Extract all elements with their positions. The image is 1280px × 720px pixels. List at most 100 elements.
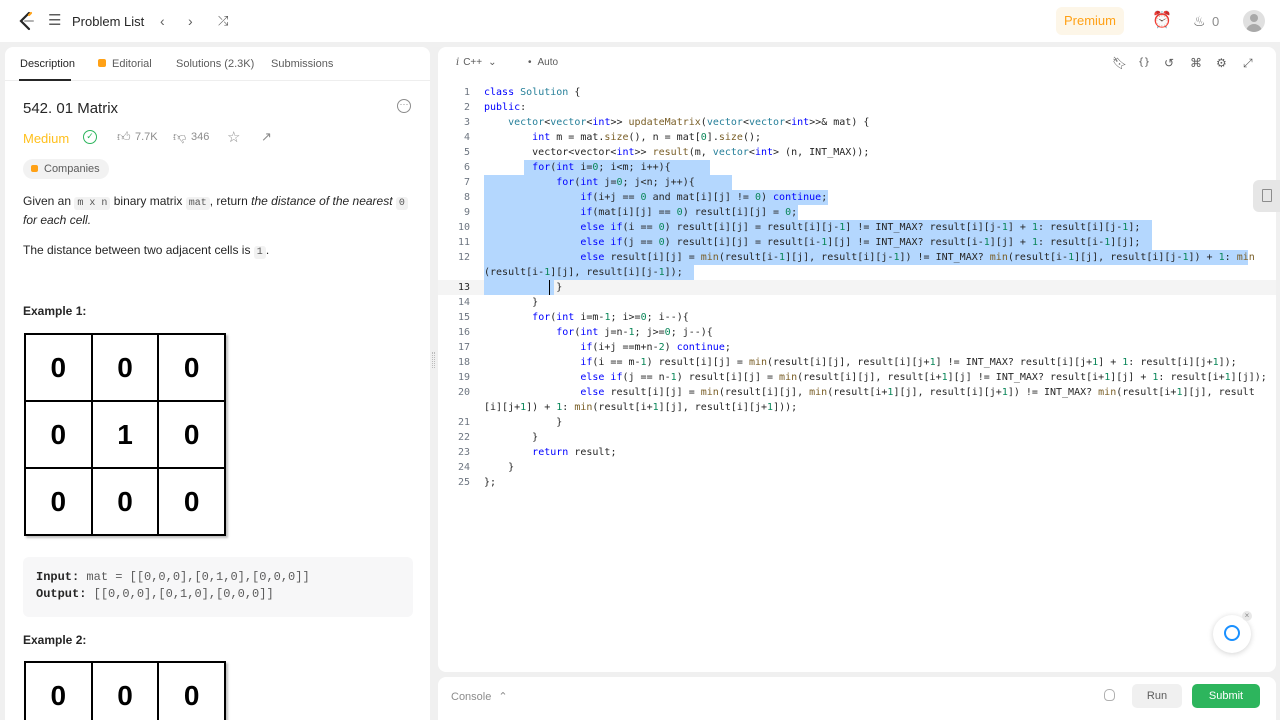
tab-description[interactable]: Description (20, 58, 75, 70)
code-line: 4 int m = mat.size(), n = mat[0].size(); (463, 132, 761, 143)
desc-code: 1 (253, 246, 266, 259)
more-options-icon[interactable]: ··· (397, 99, 411, 113)
code-line: 12 else result[i][j] = min(result[i-1][j… (457, 250, 1255, 265)
submit-button[interactable]: Submit (1192, 684, 1260, 708)
fire-icon[interactable]: ♨ (1193, 12, 1206, 30)
run-button[interactable]: Run (1132, 684, 1182, 708)
dot-icon: • (528, 57, 532, 68)
matrix-cell: 0 (157, 661, 226, 720)
reset-icon[interactable]: ↺ (1164, 56, 1174, 70)
close-icon[interactable]: × (1242, 611, 1252, 621)
problem-description: Given an m x n binary matrix mat, return… (23, 193, 418, 229)
console-toggle[interactable]: Console ⌃ (451, 690, 508, 703)
desc-code: 0 (395, 197, 408, 210)
code-line: 3 vector<vector<int>> updateMatrix(vecto… (463, 117, 870, 128)
desc-emphasis: the distance of the nearest (251, 194, 396, 208)
tab-editorial[interactable]: Editorial (98, 58, 152, 70)
output-label: Output: (36, 587, 87, 601)
code-line: 10 else if(i == 0) result[i][j] = result… (438, 220, 1276, 235)
problem-list-link[interactable]: Problem List (72, 14, 144, 29)
description-panel: Description Editorial Solutions (2.3K) S… (5, 47, 430, 720)
desc-code: m x n (74, 197, 111, 210)
matrix-cell: 0 (157, 400, 226, 469)
format-braces-icon[interactable]: {} (1138, 57, 1150, 68)
code-line: 8 if(i+j == 0 and mat[i][j] != 0) contin… (463, 190, 828, 205)
desc-text: . (265, 243, 270, 257)
star-icon[interactable]: ☆ (227, 128, 240, 146)
premium-button[interactable]: Premium (1056, 7, 1124, 35)
difficulty-badge: Medium (23, 131, 70, 146)
desc-text: The distance between two adjacent cells … (23, 243, 254, 257)
code-area[interactable]: 1 class Solution { 2 public: 3 vector<vect… (438, 85, 1276, 490)
description-tabs: Description Editorial Solutions (2.3K) S… (5, 47, 430, 81)
chevron-left-icon[interactable]: ‹ (160, 12, 165, 30)
autocomplete-mode[interactable]: • Auto (528, 57, 558, 68)
thumbs-up-icon[interactable]: 👍︎ (117, 129, 131, 145)
code-line-current: 13 } (438, 280, 1276, 295)
panel-resize-handle[interactable] (432, 352, 435, 368)
language-selector[interactable]: i C++ ⌄ (456, 57, 497, 68)
problem-list-icon[interactable]: ☰ (48, 12, 61, 30)
desc-text: Given an (23, 194, 75, 208)
matrix-cell: 0 (24, 467, 93, 536)
matrix-cell: 0 (24, 400, 93, 469)
chevron-right-icon[interactable]: › (188, 12, 193, 30)
share-icon[interactable]: ↗ (261, 129, 272, 145)
editor-bottom-bar: Console ⌃ Run Submit (438, 677, 1276, 720)
example2-matrix-image: 0 0 0 (24, 661, 226, 720)
debug-icon[interactable] (1104, 689, 1115, 701)
example1-matrix-image: 0 0 0 0 1 0 0 0 0 (24, 333, 226, 536)
fullscreen-icon[interactable]: ⤢ (1243, 56, 1253, 71)
likes-count: 7.7K (135, 131, 158, 143)
code-line: 11 else if(j == 0) result[i][j] = result… (438, 235, 1276, 250)
matrix-cell: 0 (157, 333, 226, 402)
code-line: (result[i-1][j], result[i][j-1]); (438, 265, 1276, 280)
code-line: 7 for(int j=0; j<n; j++){ (438, 175, 1276, 190)
console-label: Console (451, 691, 492, 703)
bookmark-icon[interactable]: 🔖︎ (1112, 56, 1127, 70)
tab-solutions[interactable]: Solutions (2.3K) (176, 58, 254, 70)
code-line: 25}; (457, 477, 497, 488)
code-line: 24 } (457, 462, 515, 473)
document-icon (1262, 189, 1272, 202)
notes-side-tab[interactable] (1253, 180, 1280, 212)
code-line: [i][j+1]) + 1: min(result[i+1][j], resul… (484, 402, 798, 413)
chat-smile-icon (1224, 625, 1240, 641)
thumbs-down-icon[interactable]: 👎︎ (173, 129, 186, 145)
alarm-clock-icon[interactable]: ⏰ (1152, 12, 1172, 30)
streak-count: 0 (1212, 14, 1220, 29)
matrix-cell: 0 (24, 333, 93, 402)
leetcode-logo-icon[interactable] (18, 11, 36, 31)
shuffle-icon[interactable]: ⤮ (218, 12, 228, 30)
code-line: 23 return result; (457, 447, 617, 458)
code-line: 21 } (457, 417, 563, 428)
current-line-number: 13 (457, 282, 470, 293)
tab-submissions[interactable]: Submissions (271, 58, 333, 70)
matrix-cell: 0 (24, 661, 93, 720)
shortcuts-icon[interactable]: ⌘ (1190, 56, 1202, 70)
lock-icon (98, 59, 106, 67)
code-line: 20 else result[i][j] = min(result[i][j],… (457, 387, 1255, 398)
settings-gear-icon[interactable]: ⚙ (1216, 56, 1227, 70)
input-label: Input: (36, 570, 80, 584)
code-line: 9 if(mat[i][j] == 0) result[i][j] = 0; (463, 205, 798, 220)
desc-code: mat (185, 197, 210, 210)
code-line: 22 } (457, 432, 539, 443)
code-line: 17 if(i+j ==m+n-2) continue; (457, 342, 731, 353)
lock-icon (31, 165, 38, 172)
top-navbar: ☰ Problem List ‹ › ⤮ Premium ⏰ ♨ 0 (0, 0, 1280, 42)
companies-label: Companies (44, 163, 100, 175)
code-line: 19 else if(j == n-1) result[i][j] = min(… (457, 372, 1267, 383)
code-line: 1 class Solution { (463, 87, 581, 98)
companies-tag[interactable]: Companies (23, 159, 109, 179)
code-line: 18 if(i == m-1) result[i][j] = min(resul… (457, 357, 1237, 368)
chevron-down-icon: ⌄ (488, 57, 497, 68)
example1-io: Input: mat = [[0,0,0],[0,1,0],[0,0,0]] O… (23, 557, 413, 617)
editor-toolbar: i C++ ⌄ • Auto 🔖︎ {} ↺ ⌘ ⚙ ⤢ (438, 47, 1276, 79)
tab-editorial-label: Editorial (112, 58, 152, 70)
code-line: 2 public: (463, 102, 527, 113)
mode-label: Auto (537, 57, 559, 68)
avatar[interactable] (1243, 10, 1265, 32)
info-icon: i (456, 57, 460, 68)
code-line: 16 for(int j=n-1; j>=0; j--){ (457, 327, 713, 338)
